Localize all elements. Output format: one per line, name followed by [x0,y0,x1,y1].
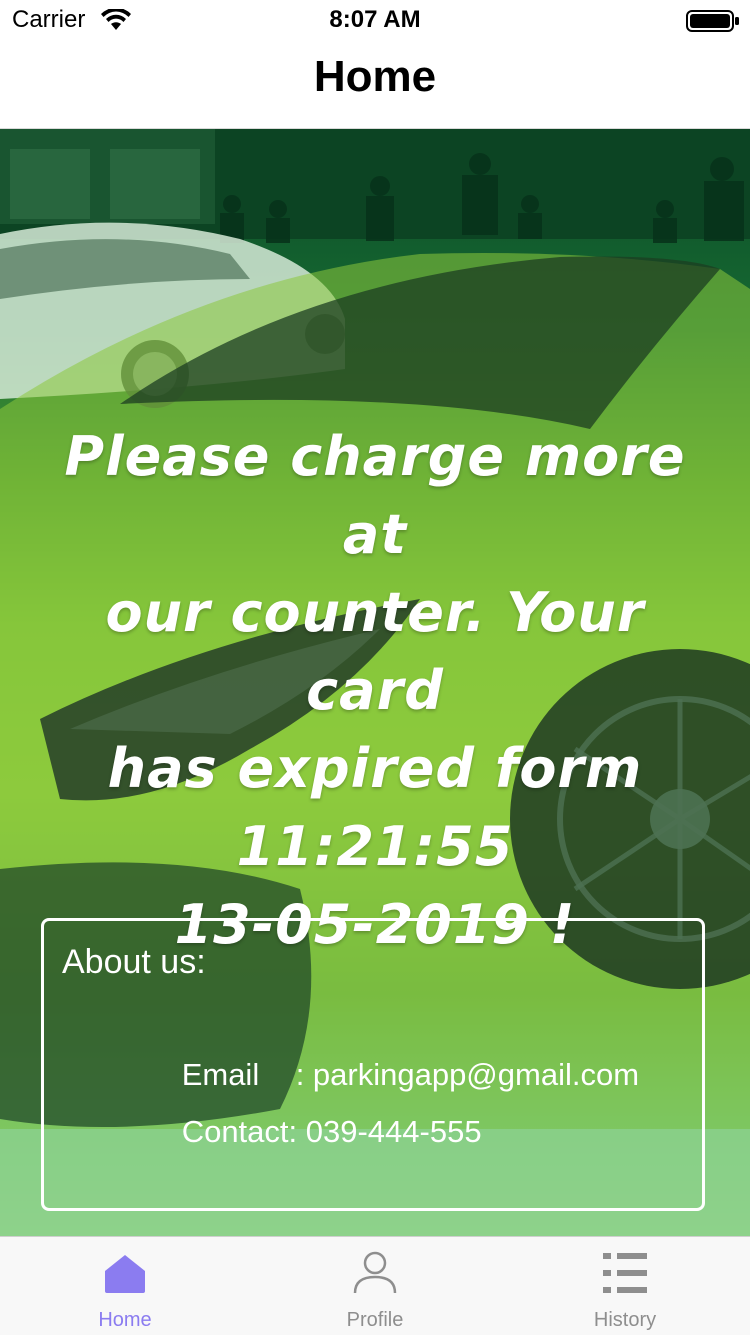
tab-home[interactable]: Home [0,1237,250,1335]
person-icon [353,1251,397,1294]
tab-history-label: History [593,1309,657,1331]
notice-line: Please charge more at [64,425,686,566]
tab-home-label: Home [98,1309,152,1331]
contact-row: Contact: 039-444-555 [130,1078,482,1186]
expired-card-notice: Please charge more at our counter. Your … [30,418,720,964]
nav-bar: Home [0,40,750,129]
notice-line: our counter. Your card [105,581,645,722]
tab-profile-label: Profile [346,1309,404,1331]
notice-expiry-time: 11:21:55 [236,815,514,878]
tab-profile[interactable]: Profile [250,1237,500,1335]
contact-label: Contact: [181,1114,298,1149]
home-icon [105,1255,145,1293]
notice-line: has expired form [107,737,643,800]
about-us-box: About us: Email: parkingapp@gmail.com Co… [41,918,705,1211]
about-us-title: About us: [62,943,206,981]
battery-icon [686,10,739,32]
hero-background: Please charge more at our counter. Your … [0,129,750,1236]
status-bar: Carrier 8:07 AM [0,0,750,40]
tab-bar: Home Profile History [0,1236,750,1335]
page-title: Home [313,52,437,101]
contact-value: 039-444-555 [297,1114,482,1149]
list-icon [603,1253,647,1293]
tab-history[interactable]: History [500,1237,750,1335]
status-time: 8:07 AM [329,6,421,33]
